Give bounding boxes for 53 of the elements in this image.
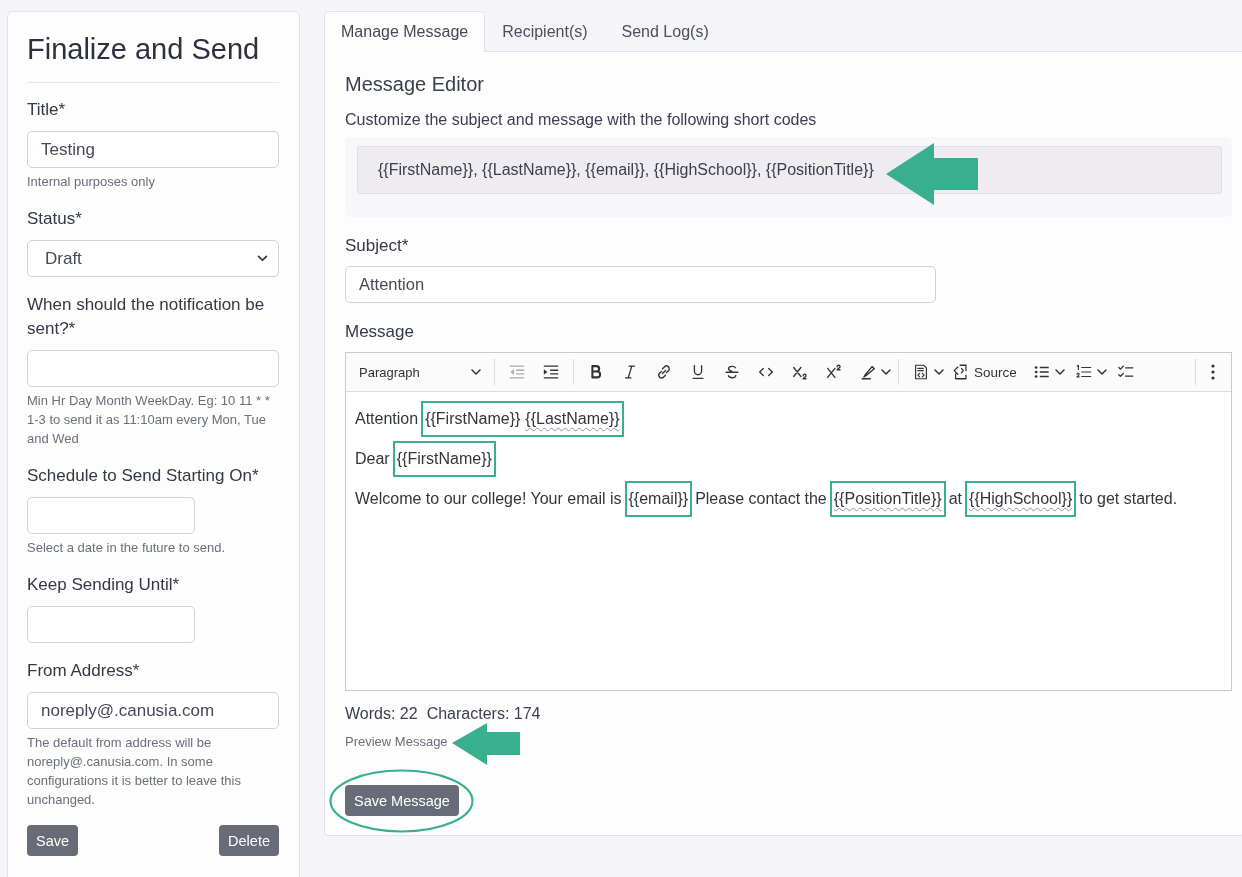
delete-button[interactable]: Delete bbox=[219, 825, 279, 856]
editor-text: {{LastName}} bbox=[525, 409, 620, 429]
tab[interactable]: Recipient(s) bbox=[485, 11, 605, 52]
paragraph-format-dropdown[interactable]: Paragraph bbox=[353, 357, 487, 387]
editor-text: {{email}} bbox=[628, 489, 689, 509]
word-count: Words: 22 bbox=[345, 704, 418, 724]
editor-text: {{PositionTitle}} bbox=[833, 489, 942, 509]
editor-text: at bbox=[948, 489, 963, 509]
editor-text: Please contact the bbox=[695, 489, 827, 509]
field-label: Subject* bbox=[345, 235, 410, 257]
card-title: Finalize and Send bbox=[27, 32, 261, 67]
text-field[interactable]: Testing bbox=[27, 131, 279, 168]
chevron-down-icon bbox=[257, 255, 268, 262]
short-codes-text: {{FirstName}}, {{LastName}}, {{email}}, {{HighSchool}}, {{PositionTitle}} bbox=[378, 161, 874, 178]
tab[interactable]: Manage Message bbox=[324, 11, 486, 52]
date-field[interactable] bbox=[27, 497, 195, 534]
section-heading: Message Editor bbox=[345, 72, 485, 97]
field-label: Keep Sending Until* bbox=[27, 574, 181, 596]
editor-text: {{FirstName}} bbox=[396, 449, 492, 469]
field-label: Message bbox=[345, 321, 415, 343]
field-label: Status* bbox=[27, 208, 83, 230]
source-button[interactable]: Source bbox=[948, 357, 1023, 387]
caret-icon bbox=[471, 369, 481, 375]
caret-icon[interactable] bbox=[1096, 369, 1107, 375]
save-message-button[interactable]: Save Message bbox=[345, 785, 459, 816]
save-button[interactable]: Save bbox=[27, 825, 79, 856]
help-text: Select a date in the future to send. bbox=[27, 539, 227, 557]
preview-message-link[interactable]: Preview Message bbox=[345, 733, 448, 749]
caret-icon[interactable] bbox=[1054, 369, 1065, 375]
help-text: Internal purposes only bbox=[27, 173, 156, 191]
caret-icon[interactable] bbox=[881, 369, 891, 375]
editor-text: {{HighSchool}} bbox=[969, 489, 1073, 509]
editor-text: Dear bbox=[355, 449, 390, 469]
character-count: Characters: 174 bbox=[426, 704, 541, 724]
help-text: The default from address will be noreply@.canusia.com. In some configurations it is better to leave this unchanged. bbox=[27, 734, 242, 809]
field-label: When should the notification be sent?* bbox=[27, 294, 266, 340]
help-text: Min Hr Day Month WeekDay. Eg: 10 11 * * 1-3 to send it as 11:10am every Mon, Tue and Wed bbox=[27, 392, 271, 448]
field-label: Schedule to Send Starting On* bbox=[27, 465, 260, 487]
subject-field[interactable]: Attention bbox=[345, 266, 936, 303]
field-label: Title* bbox=[27, 99, 67, 121]
text-field[interactable] bbox=[27, 350, 279, 387]
message-editor[interactable]: Attention {{FirstName}} {{LastName}} Dear {{FirstName}} Welcome to our college! Your email is {{email}} Please contact the {{PositionTitle}} at {{HighSchool}} to get started. bbox=[346, 392, 1231, 690]
intro-text: Customize the subject and message with the following short codes bbox=[345, 110, 818, 130]
editor-text: Attention bbox=[355, 409, 419, 429]
caret-icon[interactable] bbox=[934, 369, 944, 375]
editor-text: Welcome to our college! Your email is bbox=[355, 489, 622, 509]
editor-text: to get started. bbox=[1079, 489, 1178, 509]
field-label: From Address* bbox=[27, 660, 141, 682]
editor-text: {{FirstName}} bbox=[425, 409, 521, 429]
status-select[interactable]: Draft bbox=[27, 240, 279, 277]
tab[interactable]: Send Log(s) bbox=[604, 11, 726, 52]
text-field[interactable]: noreply@.canusia.com bbox=[27, 692, 279, 729]
date-field[interactable] bbox=[27, 606, 195, 643]
